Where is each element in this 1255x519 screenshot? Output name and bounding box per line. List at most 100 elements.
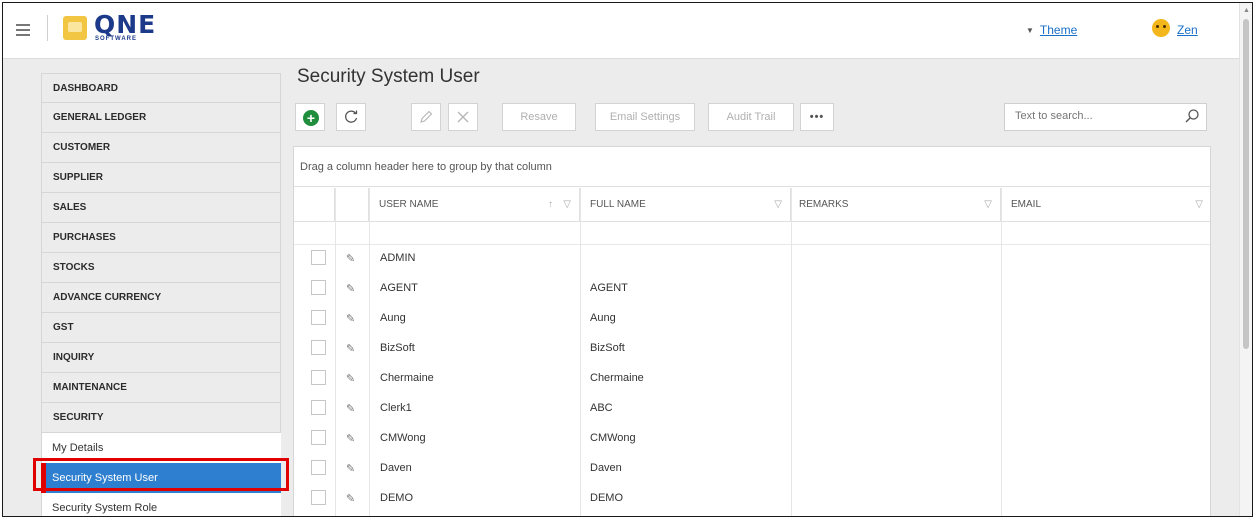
row-checkbox[interactable] (311, 370, 326, 385)
table-row[interactable]: ✎ DEMO DEMO (294, 486, 1210, 516)
add-button[interactable]: + (295, 103, 325, 131)
filter-row[interactable] (294, 223, 1210, 245)
row-edit-pencil-icon[interactable]: ✎ (346, 282, 355, 295)
row-checkbox[interactable] (311, 490, 326, 505)
grid-header-row: USER NAME ↑ ▽ FULL NAME ▽ REMARKS ▽ EMAI… (294, 188, 1210, 222)
table-row[interactable]: ✎ Daven Daven (294, 456, 1210, 486)
sidebar-item-inquiry[interactable]: INQUIRY (41, 343, 281, 373)
sidebar-item-customer[interactable]: CUSTOMER (41, 133, 281, 163)
audit-trail-button[interactable]: Audit Trail (708, 103, 794, 131)
plus-circle-icon: + (303, 110, 319, 126)
sidebar-item-security[interactable]: SECURITY (41, 403, 281, 433)
cell-full-name: ABC (590, 402, 613, 414)
scroll-up-arrow-icon[interactable]: ▲ (1243, 7, 1250, 14)
cell-user-name: Chermaine (380, 372, 434, 384)
pencil-icon (420, 110, 433, 123)
header-edit-cell (335, 188, 369, 222)
email-settings-button[interactable]: Email Settings (595, 103, 695, 131)
cell-full-name: CMWong (590, 432, 636, 444)
sidebar-item-purchases[interactable]: PURCHASES (41, 223, 281, 253)
sidebar-item-gst[interactable]: GST (41, 313, 281, 343)
row-edit-pencil-icon[interactable]: ✎ (346, 372, 355, 385)
table-row[interactable]: ✎ BizSoft BizSoft (294, 336, 1210, 366)
more-options-button[interactable]: ••• (800, 103, 834, 131)
sidebar-item-stocks[interactable]: STOCKS (41, 253, 281, 283)
row-edit-pencil-icon[interactable]: ✎ (346, 462, 355, 475)
sidebar-item-dashboard[interactable]: DASHBOARD (41, 73, 281, 103)
row-checkbox[interactable] (311, 430, 326, 445)
scrollbar-thumb[interactable] (1243, 19, 1249, 349)
sidebar-item-sales[interactable]: SALES (41, 193, 281, 223)
table-row[interactable]: ✎ Aung Aung (294, 306, 1210, 336)
cell-user-name: DEMO (380, 492, 413, 504)
filter-icon[interactable]: ▽ (1195, 188, 1203, 222)
column-header-remarks[interactable]: REMARKS ▽ (791, 188, 1001, 222)
refresh-button[interactable] (336, 103, 366, 131)
column-header-label: REMARKS (799, 199, 849, 210)
cell-user-name: AGENT (380, 282, 418, 294)
row-edit-pencil-icon[interactable]: ✎ (346, 432, 355, 445)
row-edit-pencil-icon[interactable]: ✎ (346, 492, 355, 505)
row-checkbox[interactable] (311, 280, 326, 295)
column-header-label: EMAIL (1011, 199, 1042, 210)
user-avatar-icon[interactable] (1152, 19, 1170, 37)
logo-icon (63, 16, 87, 40)
cell-full-name: BizSoft (590, 342, 625, 354)
row-checkbox[interactable] (311, 310, 326, 325)
edit-button[interactable] (411, 103, 441, 131)
column-header-label: USER NAME (379, 199, 439, 210)
table-row[interactable]: ✎ ADMIN (294, 246, 1210, 276)
hamburger-menu-icon[interactable] (16, 24, 30, 36)
logo-subtext: SOFTWARE (95, 36, 137, 42)
sidebar-subitem-security-system-role[interactable]: Security System Role (41, 493, 281, 516)
theme-label: Theme (1039, 23, 1078, 37)
sidebar-item-maintenance[interactable]: MAINTENANCE (41, 373, 281, 403)
search-input[interactable] (1015, 110, 1175, 122)
row-checkbox[interactable] (311, 340, 326, 355)
column-header-email[interactable]: EMAIL ▽ (1001, 188, 1211, 222)
users-grid: Drag a column header here to group by th… (293, 146, 1211, 516)
cell-user-name: Aung (380, 312, 406, 324)
row-checkbox[interactable] (311, 460, 326, 475)
sort-ascending-icon[interactable]: ↑ (548, 188, 553, 222)
page-scrollbar[interactable]: ▲ (1239, 3, 1252, 516)
theme-dropdown[interactable]: ▼ Theme (1026, 23, 1077, 37)
column-header-user-name[interactable]: USER NAME ↑ ▽ (369, 188, 580, 222)
sidebar-subitem-security-system-user[interactable]: Security System User (41, 463, 281, 493)
row-edit-pencil-icon[interactable]: ✎ (346, 252, 355, 265)
caret-down-icon: ▼ (1026, 26, 1034, 35)
table-row[interactable]: ✎ CMWong CMWong (294, 426, 1210, 456)
resave-button[interactable]: Resave (502, 103, 576, 131)
table-row[interactable]: ✎ Chermaine Chermaine (294, 366, 1210, 396)
refresh-icon (345, 110, 358, 123)
sidebar-item-advance-currency[interactable]: ADVANCE CURRENCY (41, 283, 281, 313)
search-icon[interactable] (1184, 108, 1200, 124)
delete-button[interactable] (448, 103, 478, 131)
table-row[interactable]: ✎ Clerk1 ABC (294, 396, 1210, 426)
user-name-link[interactable]: Zen (1177, 23, 1198, 37)
table-row[interactable]: ✎ AGENT AGENT (294, 276, 1210, 306)
sidebar-item-general-ledger[interactable]: GENERAL LEDGER (41, 103, 281, 133)
sidebar-item-supplier[interactable]: SUPPLIER (41, 163, 281, 193)
row-edit-pencil-icon[interactable]: ✎ (346, 312, 355, 325)
row-edit-pencil-icon[interactable]: ✎ (346, 342, 355, 355)
column-header-full-name[interactable]: FULL NAME ▽ (580, 188, 791, 222)
row-checkbox[interactable] (311, 400, 326, 415)
cell-full-name: Daven (590, 462, 622, 474)
sidebar-subitem-my-details[interactable]: My Details (41, 433, 281, 463)
cell-user-name: CMWong (380, 432, 426, 444)
group-by-panel[interactable]: Drag a column header here to group by th… (294, 147, 1210, 187)
company-logo[interactable]: QNE SOFTWARE (63, 12, 185, 44)
cell-full-name: DEMO (590, 492, 623, 504)
app-window: QNE SOFTWARE ▼ Theme Zen ▲ DASHBOARD GENE… (2, 2, 1253, 517)
filter-icon[interactable]: ▽ (984, 188, 992, 222)
filter-icon[interactable]: ▽ (774, 188, 782, 222)
cell-full-name: Aung (590, 312, 616, 324)
filter-icon[interactable]: ▽ (563, 188, 571, 222)
cell-full-name: Chermaine (590, 372, 644, 384)
cell-user-name: Clerk1 (380, 402, 412, 414)
search-box[interactable] (1004, 103, 1207, 131)
row-edit-pencil-icon[interactable]: ✎ (346, 402, 355, 415)
sidebar: DASHBOARD GENERAL LEDGER CUSTOMER SUPPLI… (41, 73, 281, 516)
row-checkbox[interactable] (311, 250, 326, 265)
